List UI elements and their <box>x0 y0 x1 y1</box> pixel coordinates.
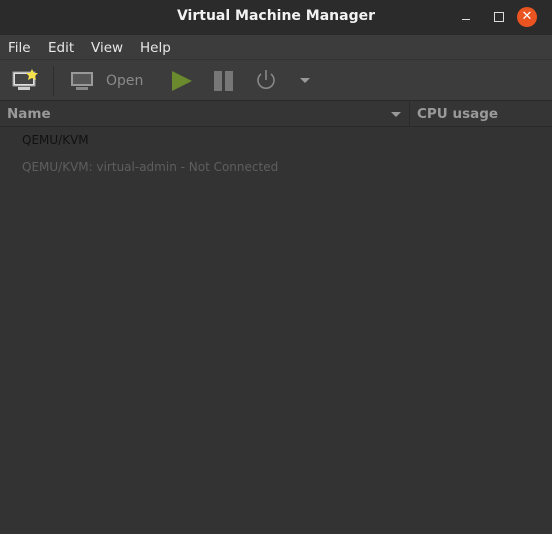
shutdown-dropdown-icon[interactable] <box>300 78 310 83</box>
title-bar: Virtual Machine Manager ✕ <box>0 0 552 34</box>
menu-file[interactable]: File <box>8 40 31 56</box>
power-icon <box>257 70 275 89</box>
open-button[interactable]: Open <box>70 70 143 92</box>
menu-bar: File Edit View Help <box>0 34 552 60</box>
toolbar: Open <box>0 60 552 101</box>
minimize-button[interactable] <box>458 8 476 26</box>
connection-row[interactable]: QEMU/KVM: virtual-admin - Not Connected <box>22 160 278 174</box>
shutdown-button[interactable] <box>255 69 277 95</box>
list-header: Name CPU usage <box>0 101 552 127</box>
run-button[interactable] <box>171 70 193 96</box>
column-divider[interactable] <box>409 101 410 127</box>
open-label: Open <box>106 73 144 89</box>
sort-chevron-down-icon <box>391 112 401 117</box>
pause-button[interactable] <box>213 70 235 96</box>
connection-row[interactable]: QEMU/KVM <box>22 133 89 147</box>
maximize-button[interactable] <box>490 8 508 26</box>
menu-edit[interactable]: Edit <box>48 40 74 56</box>
monitor-icon <box>71 72 93 90</box>
new-vm-icon <box>12 69 38 90</box>
close-button[interactable]: ✕ <box>517 7 537 27</box>
pause-icon <box>214 71 233 91</box>
play-icon <box>172 71 192 91</box>
toolbar-separator <box>53 66 54 96</box>
menu-help[interactable]: Help <box>140 40 171 56</box>
menu-view[interactable]: View <box>91 40 123 56</box>
column-cpu-usage[interactable]: CPU usage <box>417 106 498 122</box>
new-vm-button[interactable] <box>12 68 38 96</box>
column-name[interactable]: Name <box>7 106 51 122</box>
